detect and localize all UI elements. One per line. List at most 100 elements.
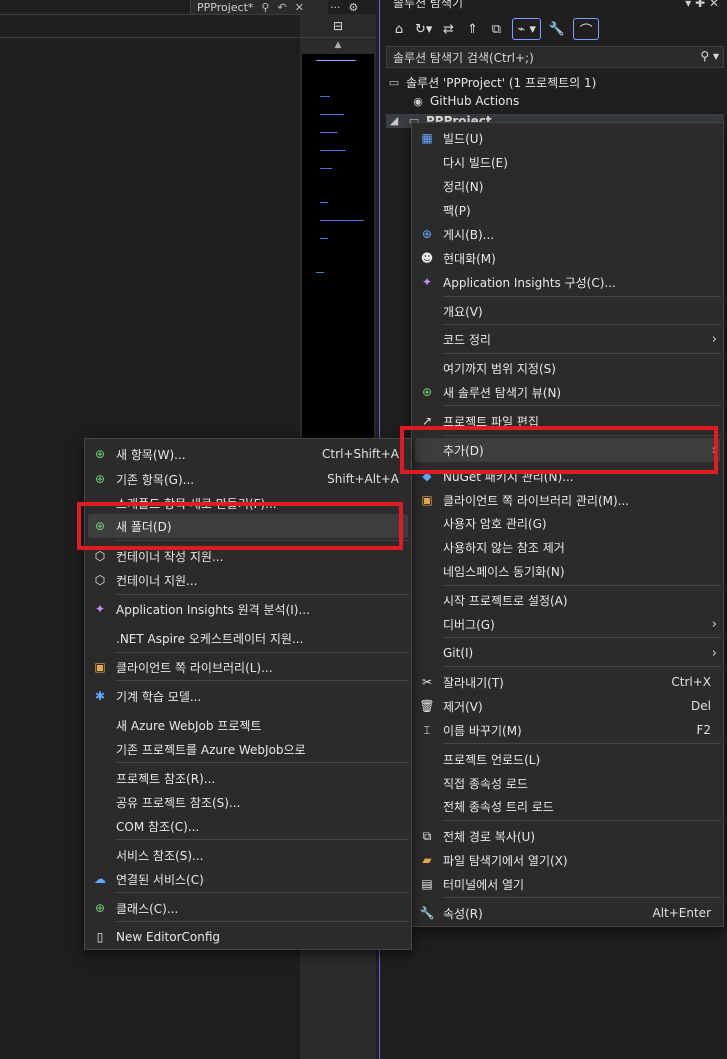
menu-item-직접-종속성-로드[interactable]: 직접 종속성 로드 xyxy=(412,771,723,795)
menu-item-net-aspire-오케스트레이터-지원[interactable]: .NET Aspire 오케스트레이터 지원... xyxy=(85,626,411,650)
tab-overflow: ··· ⚙ xyxy=(330,0,380,14)
menu-item-application-insights-원격-분석[interactable]: ✦ Application Insights 원격 분석(I)... xyxy=(85,597,411,621)
menu-item-팩[interactable]: 팩(P) xyxy=(412,198,723,222)
menu-separator xyxy=(443,585,721,586)
menu-item-이름-바꾸기[interactable]: ⌶ 이름 바꾸기(M) F2 xyxy=(412,718,723,742)
menu-item-application-insights-구성[interactable]: ✦ Application Insights 구성(C)... xyxy=(412,270,723,294)
search-icon[interactable]: ⚲ xyxy=(700,49,709,63)
split-editor-button[interactable]: ⊟ xyxy=(300,14,376,38)
menu-item-new-editorconfig[interactable]: ▯ New EditorConfig xyxy=(85,925,411,949)
menu-item-label: 기계 학습 모델... xyxy=(116,689,202,704)
menu-item-사용하지-않는-참조-제거[interactable]: 사용하지 않는 참조 제거 xyxy=(412,535,723,559)
menu-item-현대화[interactable]: ☻ 현대화(M) xyxy=(412,246,723,270)
menu-item-프로젝트-언로드[interactable]: 프로젝트 언로드(L) xyxy=(412,747,723,771)
menu-item-빌드[interactable]: ▦ 빌드(U) xyxy=(412,126,723,150)
menu-item-잘라내기[interactable]: ✂ 잘라내기(T) Ctrl+X xyxy=(412,670,723,694)
menu-item-label: 직접 종속성 로드 xyxy=(443,776,528,791)
menu-item-shortcut: Shift+Alt+A xyxy=(327,472,399,486)
menu-item-여기까지-범위-지정[interactable]: 여기까지 범위 지정(S) xyxy=(412,356,723,380)
chevron-down-icon[interactable]: ▾ xyxy=(685,0,691,10)
tree-solution[interactable]: ▭ 솔루션 'PPProject' (1 프로젝트의 1) xyxy=(386,72,724,92)
project-context-menu: ▦ 빌드(U) 다시 빌드(E) 정리(N) 팩(P) ⊕ 게시(B)... ☻ 현대화(M) ✦… xyxy=(411,122,724,927)
menu-item-정리[interactable]: 정리(N) xyxy=(412,174,723,198)
menu-item-컨테이너-지원[interactable]: ⬡ 컨테이너 지원... xyxy=(85,568,411,592)
menu-item-shortcut: Alt+Enter xyxy=(652,906,711,920)
connected-service-icon: ☁ xyxy=(94,872,106,886)
menu-item-전체-종속성-트리-로드[interactable]: 전체 종속성 트리 로드 xyxy=(412,794,723,818)
menu-item-프로젝트-참조[interactable]: 프로젝트 참조(R)... xyxy=(85,766,411,790)
menu-item-공유-프로젝트-참조[interactable]: 공유 프로젝트 참조(S)... xyxy=(85,790,411,814)
menu-item-label: New EditorConfig xyxy=(116,930,221,944)
menu-item-git[interactable]: Git(I) › xyxy=(412,641,723,665)
menu-item-코드-정리[interactable]: 코드 정리 › xyxy=(412,327,723,351)
menu-item-기존-항목[interactable]: ⊕ 기존 항목(G)... Shift+Alt+A xyxy=(85,467,411,491)
copilot-icon: ☻ xyxy=(420,251,434,265)
menu-item-제거[interactable]: 🗑 제거(V) Del xyxy=(412,694,723,718)
back-icon[interactable]: ↶ xyxy=(277,1,286,14)
menu-item-label: 속성(R) xyxy=(443,906,483,921)
build-icon: ▦ xyxy=(421,131,433,145)
menu-item-시작-프로젝트로-설정[interactable]: 시작 프로젝트로 설정(A) xyxy=(412,588,723,612)
menu-item-label: 사용하지 않는 참조 제거 xyxy=(443,540,565,555)
close-icon[interactable]: ✕ xyxy=(295,1,304,14)
menu-item-새-솔루션-탐색기-뷰[interactable]: ⊕ 새 솔루션 탐색기 뷰(N) xyxy=(412,380,723,404)
highlight-new-folder xyxy=(77,502,403,550)
menu-item-기존-프로젝트를-azure-webjob으로[interactable]: 기존 프로젝트를 Azure WebJob으로 xyxy=(85,737,411,761)
menu-item-클래스[interactable]: ⊕ 클래스(C)... xyxy=(85,896,411,920)
pending-changes-filter-icon[interactable]: ⌁ ▾ xyxy=(512,18,541,40)
tab-ppproject[interactable]: PPProject* ⚲ ↶ ✕ xyxy=(190,0,328,14)
menu-item-터미널에서-열기[interactable]: ▤ 터미널에서 열기 xyxy=(412,872,723,896)
menu-item-새-항목[interactable]: ⊕ 새 항목(W)... Ctrl+Shift+A xyxy=(85,442,411,466)
menu-item-전체-경로-복사[interactable]: ⧉ 전체 경로 복사(U) xyxy=(412,824,723,848)
history-icon[interactable]: ↻▾ xyxy=(415,19,432,39)
pin-icon[interactable]: ⚲ xyxy=(261,1,269,14)
menu-item-기계-학습-모델[interactable]: ✱ 기계 학습 모델... xyxy=(85,684,411,708)
menu-item-com-참조[interactable]: COM 참조(C)... xyxy=(85,814,411,838)
menu-item-디버그[interactable]: 디버그(G) › xyxy=(412,612,723,636)
menu-item-label: 전체 경로 복사(U) xyxy=(443,829,536,844)
insights-icon: ✦ xyxy=(421,275,433,289)
menu-item-label: 다시 빌드(E) xyxy=(443,155,508,170)
preview-icon[interactable]: ⌒ xyxy=(573,18,600,40)
library-icon: ▣ xyxy=(421,493,433,507)
menu-item-shortcut: Del xyxy=(691,699,711,713)
menu-item-개요[interactable]: 개요(V) xyxy=(412,299,723,323)
menu-item-새-azure-webjob-프로젝트[interactable]: 새 Azure WebJob 프로젝트 xyxy=(85,713,411,737)
copy-icon: ⧉ xyxy=(422,828,432,843)
menu-item-파일-탐색기에서-열기[interactable]: ▰ 파일 탐색기에서 열기(X) xyxy=(412,848,723,872)
ml-icon: ✱ xyxy=(94,689,106,703)
gear-icon[interactable]: ⚙ xyxy=(349,1,359,14)
menu-item-속성[interactable]: 🔧 속성(R) Alt+Enter xyxy=(412,901,723,925)
menu-item-서비스-참조[interactable]: 서비스 참조(S)... xyxy=(85,843,411,867)
chevron-down-icon[interactable]: ▾ xyxy=(713,49,719,63)
menu-separator xyxy=(116,680,409,681)
show-all-files-icon[interactable]: ⧉ xyxy=(488,19,504,39)
sync-icon[interactable]: ⇄ xyxy=(440,19,456,39)
scroll-up-icon[interactable]: ▲ xyxy=(300,38,376,52)
solution-explorer-search[interactable]: 솔루션 탐색기 검색(Ctrl+;) ⚲ ▾ xyxy=(386,46,724,68)
navigation-bar xyxy=(0,14,300,38)
menu-item-연결된-서비스[interactable]: ☁ 연결된 서비스(C) xyxy=(85,867,411,891)
menu-item-클라이언트-쪽-라이브러리-관리[interactable]: ▣ 클라이언트 쪽 라이브러리 관리(M)... xyxy=(412,488,723,512)
chevron-down-icon: ◢ xyxy=(389,114,399,127)
pin-icon[interactable]: ✚ xyxy=(695,0,705,10)
menu-item-클라이언트-쪽-라이브러리[interactable]: ▣ 클라이언트 쪽 라이브러리(L)... xyxy=(85,655,411,679)
menu-item-shortcut: F2 xyxy=(696,723,711,737)
menu-item-게시[interactable]: ⊕ 게시(B)... xyxy=(412,222,723,246)
menu-item-사용자-암호-관리[interactable]: 사용자 암호 관리(G) xyxy=(412,511,723,535)
menu-item-label: 게시(B)... xyxy=(443,227,495,242)
search-input[interactable]: 솔루션 탐색기 검색(Ctrl+;) xyxy=(393,49,534,66)
menu-item-다시-빌드[interactable]: 다시 빌드(E) xyxy=(412,150,723,174)
close-icon[interactable]: ✕ xyxy=(709,0,719,10)
minimap[interactable] xyxy=(302,54,374,438)
collapse-all-icon[interactable]: ⇑ xyxy=(464,19,480,39)
switch-views-icon[interactable]: ⌂ xyxy=(391,19,407,39)
wrench-icon[interactable]: 🔧 xyxy=(549,19,565,39)
menu-item-label: 프로젝트 참조(R)... xyxy=(116,771,216,786)
tree-github-actions[interactable]: ◉ GitHub Actions xyxy=(410,91,727,111)
menu-item-label: 기존 프로젝트를 Azure WebJob으로 xyxy=(116,742,306,757)
existing-item-icon: ⊕ xyxy=(94,472,106,486)
menu-item-네임스페이스-동기화[interactable]: 네임스페이스 동기화(N) xyxy=(412,559,723,583)
menu-item-label: 여기까지 범위 지정(S) xyxy=(443,361,556,376)
overflow-button[interactable]: ··· xyxy=(330,1,341,14)
